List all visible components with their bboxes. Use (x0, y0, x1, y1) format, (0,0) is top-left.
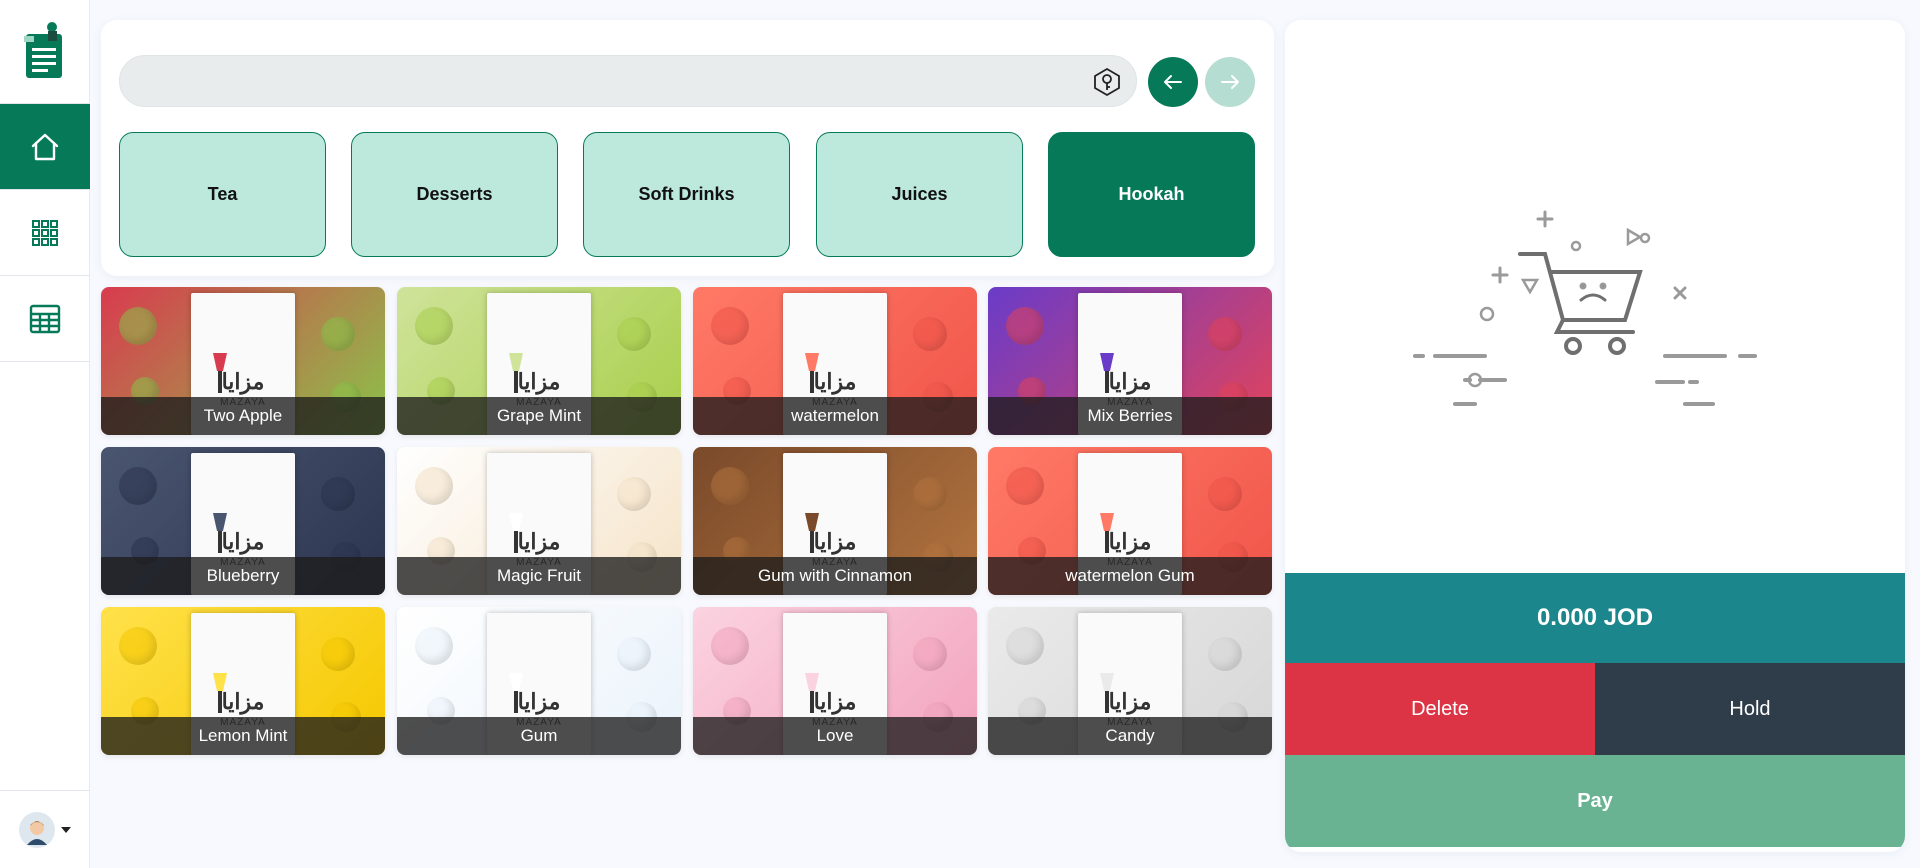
product-decoration (1006, 307, 1044, 345)
user-avatar-icon (27, 820, 47, 845)
product-name: Magic Fruit (397, 557, 681, 595)
product-decoration (415, 467, 453, 505)
key-icon[interactable] (1092, 67, 1122, 97)
product-decoration (321, 637, 355, 671)
nav-home[interactable] (0, 104, 90, 190)
product-name: Two Apple (101, 397, 385, 435)
product-name: watermelon (693, 397, 977, 435)
product-decoration (119, 627, 157, 665)
product-decoration (913, 317, 947, 351)
logo-icon (24, 22, 62, 78)
sidebar (0, 0, 90, 868)
arrow-left-icon (1164, 75, 1182, 89)
product-card[interactable]: مزاياMAZAYAwatermelon (693, 287, 977, 435)
previous-button[interactable] (1148, 57, 1198, 107)
product-card[interactable]: مزاياMAZAYATwo Apple (101, 287, 385, 435)
product-brand: مزايا (517, 529, 561, 555)
product-card[interactable]: مزاياMAZAYAMagic Fruit (397, 447, 681, 595)
product-brand: مزايا (1108, 689, 1152, 715)
nav-tables[interactable] (0, 276, 90, 362)
product-decoration (711, 307, 749, 345)
search-input[interactable] (140, 56, 1080, 106)
product-name: Gum with Cinnamon (693, 557, 977, 595)
product-brand: مزايا (1108, 529, 1152, 555)
product-brand: مزايا (813, 689, 857, 715)
product-brand: مزايا (221, 529, 265, 555)
order-total: 0.000 JOD (1285, 573, 1905, 663)
pay-button[interactable]: Pay (1285, 755, 1905, 847)
empty-cart-icon (1413, 210, 1757, 406)
product-name: watermelon Gum (988, 557, 1272, 595)
top-panel: Tea Desserts Soft Drinks Juices Hookah (101, 20, 1274, 276)
product-card[interactable]: مزاياMAZAYAGum with Cinnamon (693, 447, 977, 595)
product-name: Grape Mint (397, 397, 681, 435)
product-brand: مزايا (1108, 369, 1152, 395)
home-icon (31, 133, 59, 160)
product-card[interactable]: مزاياMAZAYAGum (397, 607, 681, 755)
user-menu[interactable] (0, 790, 90, 868)
product-decoration (711, 627, 749, 665)
product-card[interactable]: مزاياMAZAYALemon Mint (101, 607, 385, 755)
product-brand: مزايا (517, 369, 561, 395)
grid-icon (32, 219, 58, 246)
avatar (19, 811, 55, 848)
next-button[interactable] (1205, 57, 1255, 107)
category-desserts[interactable]: Desserts (351, 132, 558, 257)
hold-button[interactable]: Hold (1595, 663, 1905, 755)
product-brand: مزايا (813, 529, 857, 555)
product-decoration (913, 477, 947, 511)
product-decoration (415, 307, 453, 345)
product-card[interactable]: مزاياMAZAYALove (693, 607, 977, 755)
category-soft-drinks[interactable]: Soft Drinks (583, 132, 790, 257)
product-decoration (913, 637, 947, 671)
product-decoration (321, 317, 355, 351)
product-decoration (617, 317, 651, 351)
category-juices[interactable]: Juices (816, 132, 1023, 257)
table-icon (29, 304, 61, 333)
delete-button[interactable]: Delete (1285, 663, 1595, 755)
product-decoration (1208, 477, 1242, 511)
product-card[interactable]: مزاياMAZAYAGrape Mint (397, 287, 681, 435)
product-card[interactable]: مزاياMAZAYACandy (988, 607, 1272, 755)
product-name: Candy (988, 717, 1272, 755)
cart-panel: 0.000 JOD Delete Hold Pay (1285, 20, 1905, 852)
product-decoration (415, 627, 453, 665)
category-tea[interactable]: Tea (119, 132, 326, 257)
product-name: Lemon Mint (101, 717, 385, 755)
product-decoration (617, 637, 651, 671)
arrow-right-icon (1221, 75, 1239, 89)
product-decoration (1208, 317, 1242, 351)
product-brand: مزايا (221, 369, 265, 395)
product-decoration (119, 307, 157, 345)
product-decoration (321, 477, 355, 511)
app-logo (0, 0, 90, 104)
search-bar (119, 55, 1137, 107)
product-brand: مزايا (517, 689, 561, 715)
product-decoration (711, 467, 749, 505)
product-name: Love (693, 717, 977, 755)
product-decoration (1006, 627, 1044, 665)
product-name: Mix Berries (988, 397, 1272, 435)
product-card[interactable]: مزاياMAZAYAwatermelon Gum (988, 447, 1272, 595)
chevron-down-icon (61, 826, 71, 833)
product-card[interactable]: مزاياMAZAYABlueberry (101, 447, 385, 595)
nav-categories[interactable] (0, 190, 90, 276)
product-card[interactable]: مزاياMAZAYAMix Berries (988, 287, 1272, 435)
category-hookah[interactable]: Hookah (1048, 132, 1255, 257)
product-name: Blueberry (101, 557, 385, 595)
product-brand: مزايا (221, 689, 265, 715)
product-name: Gum (397, 717, 681, 755)
product-decoration (119, 467, 157, 505)
product-decoration (617, 477, 651, 511)
product-decoration (1006, 467, 1044, 505)
product-decoration (1208, 637, 1242, 671)
product-brand: مزايا (813, 369, 857, 395)
